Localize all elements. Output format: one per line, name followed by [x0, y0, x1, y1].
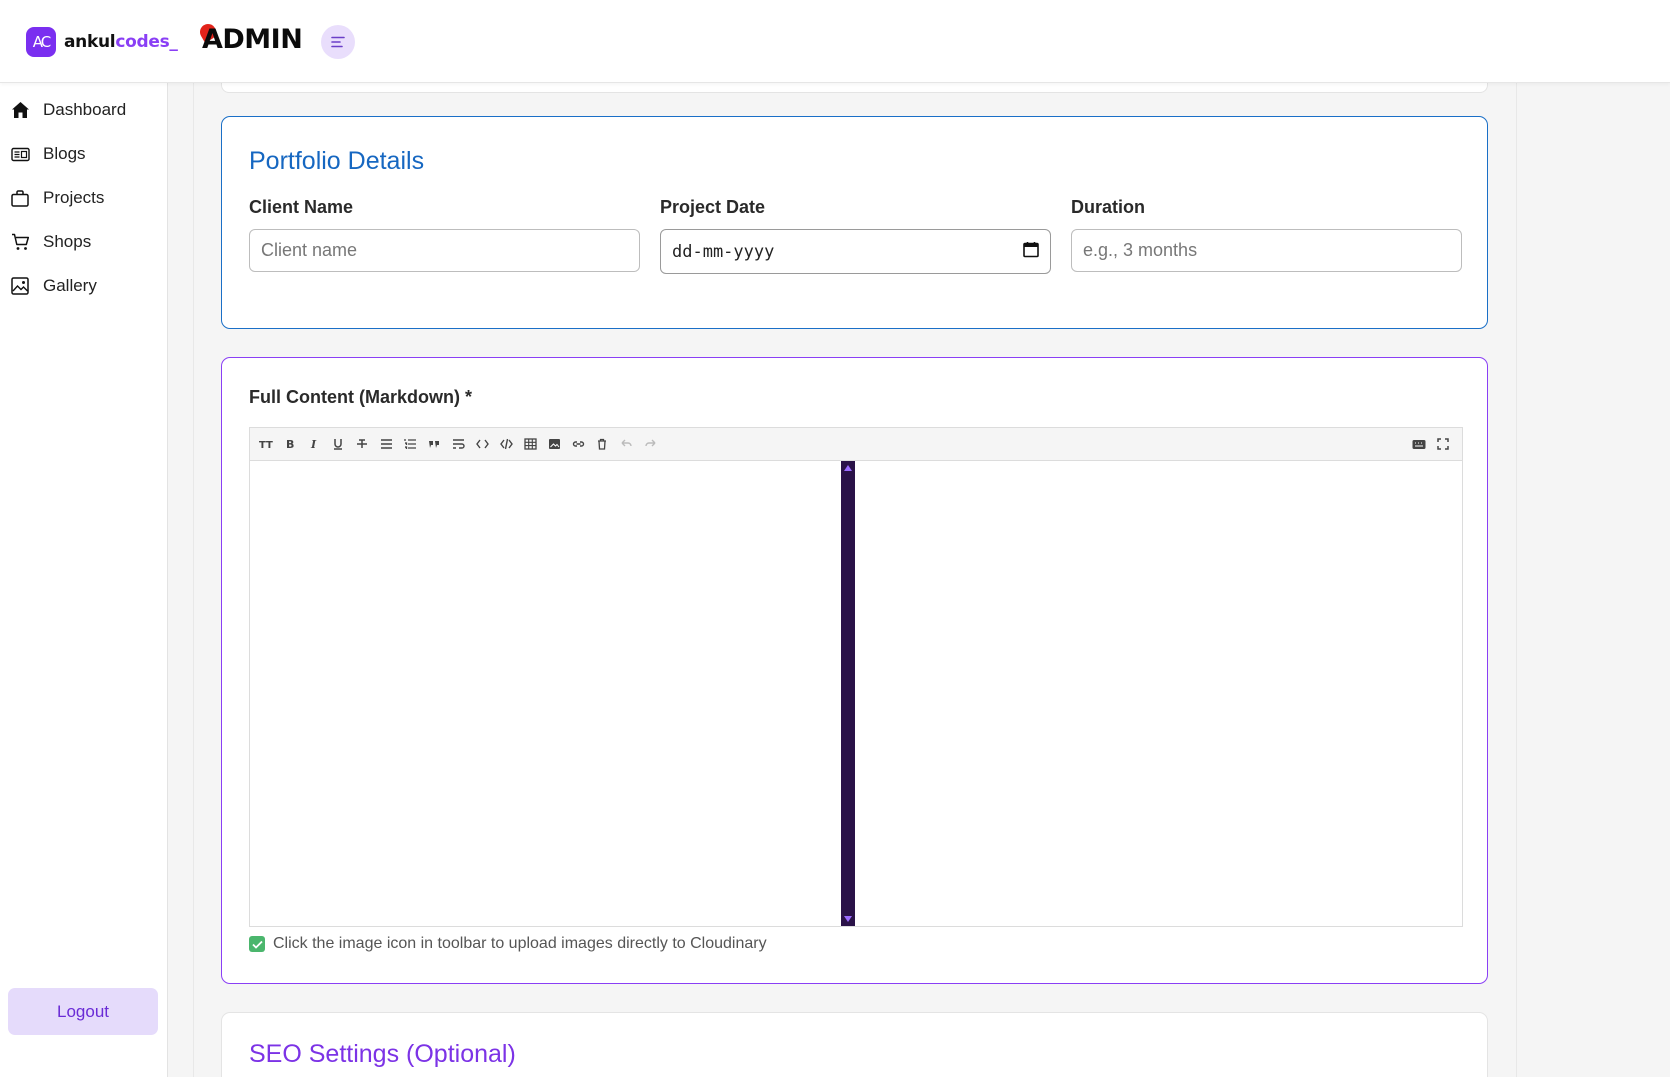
portfolio-details-card: Portfolio Details Client Name Client nam… — [221, 116, 1488, 329]
svg-text:TT: TT — [259, 440, 273, 450]
sidebar-toggle-button[interactable] — [321, 25, 355, 59]
svg-text:I: I — [310, 438, 317, 450]
sidebar: Dashboard Blogs Projects Shops Gallery L… — [0, 83, 168, 1077]
client-name-label: Client Name — [249, 197, 354, 217]
logout-button[interactable]: Logout — [8, 988, 158, 1035]
image-icon[interactable] — [545, 435, 563, 453]
duration-input[interactable]: e.g., 3 months — [1071, 229, 1462, 272]
brand-accent: codes_ — [115, 32, 178, 52]
table-icon[interactable] — [521, 435, 539, 453]
keyboard-icon[interactable] — [1410, 435, 1428, 453]
check-icon — [249, 936, 265, 952]
project-date-input[interactable]: dd-mm-yyyy — [660, 229, 1051, 274]
editor-toolbar: TT B I — [250, 428, 1462, 461]
editor-scrollbar[interactable] — [841, 461, 855, 926]
full-content-label: Full Content (Markdown) * — [249, 387, 472, 407]
numbered-list-icon[interactable] — [401, 435, 419, 453]
client-name-input[interactable]: Client name — [249, 229, 640, 272]
bold-icon[interactable]: B — [281, 435, 299, 453]
previous-card — [221, 83, 1488, 93]
main-content: Portfolio Details Client Name Client nam… — [193, 83, 1517, 1077]
top-header: AC ankulcodes_ ADMIN — [0, 0, 1670, 83]
home-icon — [10, 100, 30, 120]
seo-settings-title: SEO Settings (Optional) — [249, 1040, 516, 1068]
project-date-label: Project Date — [660, 197, 766, 217]
project-date-field: Project Date dd-mm-yyyy — [660, 197, 1051, 274]
markdown-editor: TT B I — [249, 427, 1463, 927]
admin-label: ADMIN — [202, 24, 303, 55]
delete-icon[interactable] — [593, 435, 611, 453]
brand-name: ankulcodes_ — [64, 32, 178, 52]
undo-icon[interactable] — [617, 435, 635, 453]
upload-hint: Click the image icon in toolbar to uploa… — [249, 935, 767, 953]
quote-icon[interactable] — [425, 435, 443, 453]
bullet-list-icon[interactable] — [377, 435, 395, 453]
redo-icon[interactable] — [641, 435, 659, 453]
wrap-icon[interactable] — [449, 435, 467, 453]
sidebar-item-label: Blogs — [43, 144, 86, 163]
content-editor-card: Full Content (Markdown) * TT B I Click t… — [221, 357, 1488, 984]
sidebar-item-gallery[interactable]: Gallery — [10, 271, 160, 301]
cart-icon — [10, 232, 30, 252]
sidebar-item-label: Shops — [43, 232, 92, 251]
sidebar-item-label: Dashboard — [43, 100, 127, 119]
duration-label: Duration — [1071, 197, 1145, 217]
sidebar-item-label: Gallery — [43, 276, 97, 295]
svg-text:B: B — [286, 438, 294, 450]
sidebar-item-dashboard[interactable]: Dashboard — [10, 95, 160, 125]
seo-settings-card: SEO Settings (Optional) — [221, 1012, 1488, 1077]
sidebar-item-shops[interactable]: Shops — [10, 227, 160, 257]
brand-prefix: ankul — [64, 32, 116, 52]
image-icon — [10, 276, 30, 296]
brand-logo[interactable]: AC ankulcodes_ — [26, 27, 178, 57]
client-name-field: Client Name Client name — [249, 197, 640, 272]
editor-preview-pane — [855, 461, 1462, 926]
briefcase-icon — [10, 188, 30, 208]
calendar-icon[interactable] — [1023, 241, 1039, 263]
scroll-down-icon[interactable] — [844, 916, 852, 922]
project-date-value: dd-mm-yyyy — [672, 241, 775, 262]
italic-icon[interactable]: I — [305, 435, 323, 453]
portfolio-details-title: Portfolio Details — [249, 147, 425, 175]
code-block-icon[interactable] — [497, 435, 515, 453]
sidebar-item-projects[interactable]: Projects — [10, 183, 160, 213]
newspaper-icon — [10, 144, 30, 164]
strikethrough-icon[interactable] — [353, 435, 371, 453]
heading-icon[interactable]: TT — [257, 435, 275, 453]
sidebar-item-label: Projects — [43, 188, 105, 207]
underline-icon[interactable] — [329, 435, 347, 453]
link-icon[interactable] — [569, 435, 587, 453]
sidebar-item-blogs[interactable]: Blogs — [10, 139, 160, 169]
menu-icon — [331, 36, 345, 48]
duration-field: Duration e.g., 3 months — [1071, 197, 1462, 272]
logo-mark: AC — [26, 27, 56, 57]
upload-hint-text: Click the image icon in toolbar to uploa… — [273, 935, 767, 952]
inline-code-icon[interactable] — [473, 435, 491, 453]
scroll-up-icon[interactable] — [844, 465, 852, 471]
fullscreen-icon[interactable] — [1434, 435, 1452, 453]
editor-input-pane[interactable] — [250, 461, 841, 926]
